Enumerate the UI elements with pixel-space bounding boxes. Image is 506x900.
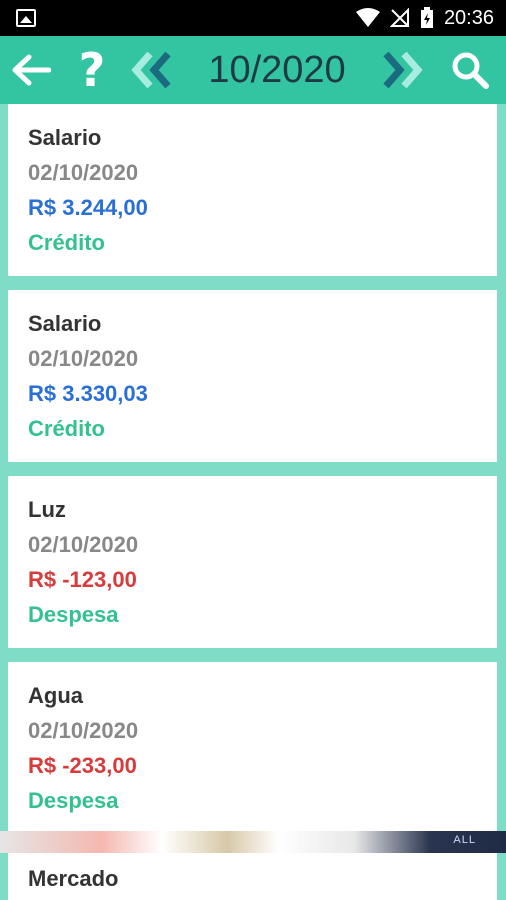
entry-card[interactable]: Mercado [8,853,497,900]
search-button[interactable] [444,36,496,104]
entry-type: Despesa [28,602,119,627]
entry-card[interactable]: Salario 02/10/2020 R$ 3.244,00 Crédito [8,104,497,276]
back-button[interactable] [8,36,54,104]
entry-date: 02/10/2020 [28,532,139,557]
battery-charging-icon [420,7,433,28]
entry-amount: R$ -233,00 [28,753,137,778]
current-month: 10/2020 [208,49,346,91]
arrow-left-icon [12,54,51,86]
entry-date: 02/10/2020 [28,160,139,185]
next-month-button[interactable] [376,36,428,104]
no-signal-icon [389,8,409,27]
entry-type: Despesa [28,788,119,813]
entry-card[interactable]: Agua 02/10/2020 R$ -233,00 Despesa [8,662,497,834]
entry-description: Agua [28,683,83,708]
entry-description: Salario [28,311,102,336]
entry-type: Crédito [28,416,105,441]
entry-date: 02/10/2020 [28,346,139,371]
entry-amount: R$ 3.244,00 [28,195,148,220]
entry-card[interactable]: Luz 02/10/2020 R$ -123,00 Despesa [8,476,497,648]
entries-list[interactable]: Salario 02/10/2020 R$ 3.244,00 Crédito S… [0,104,506,900]
wifi-icon [355,8,380,27]
ad-banner[interactable]: ALL [0,831,506,853]
status-bar: 20:36 [0,0,506,36]
entry-card[interactable]: Salario 02/10/2020 R$ 3.330,03 Crédito [8,290,497,462]
entry-description: Salario [28,125,102,150]
gallery-notification-icon [16,9,36,27]
entry-type: Crédito [28,230,105,255]
search-icon [452,52,489,89]
entry-description: Luz [28,497,66,522]
ad-text: ALL [453,834,476,846]
entry-date: 02/10/2020 [28,718,139,743]
status-time: 20:36 [443,6,494,29]
double-chevron-right-icon [383,52,423,88]
previous-month-button[interactable] [126,36,178,104]
toolbar: ? 10/2020 [0,36,506,104]
entry-amount: R$ -123,00 [28,567,137,592]
double-chevron-left-icon [131,52,171,88]
help-button[interactable]: ? [72,36,112,104]
entry-description: Mercado [28,866,119,891]
entry-amount: R$ 3.330,03 [28,381,148,406]
question-icon: ? [78,43,106,97]
